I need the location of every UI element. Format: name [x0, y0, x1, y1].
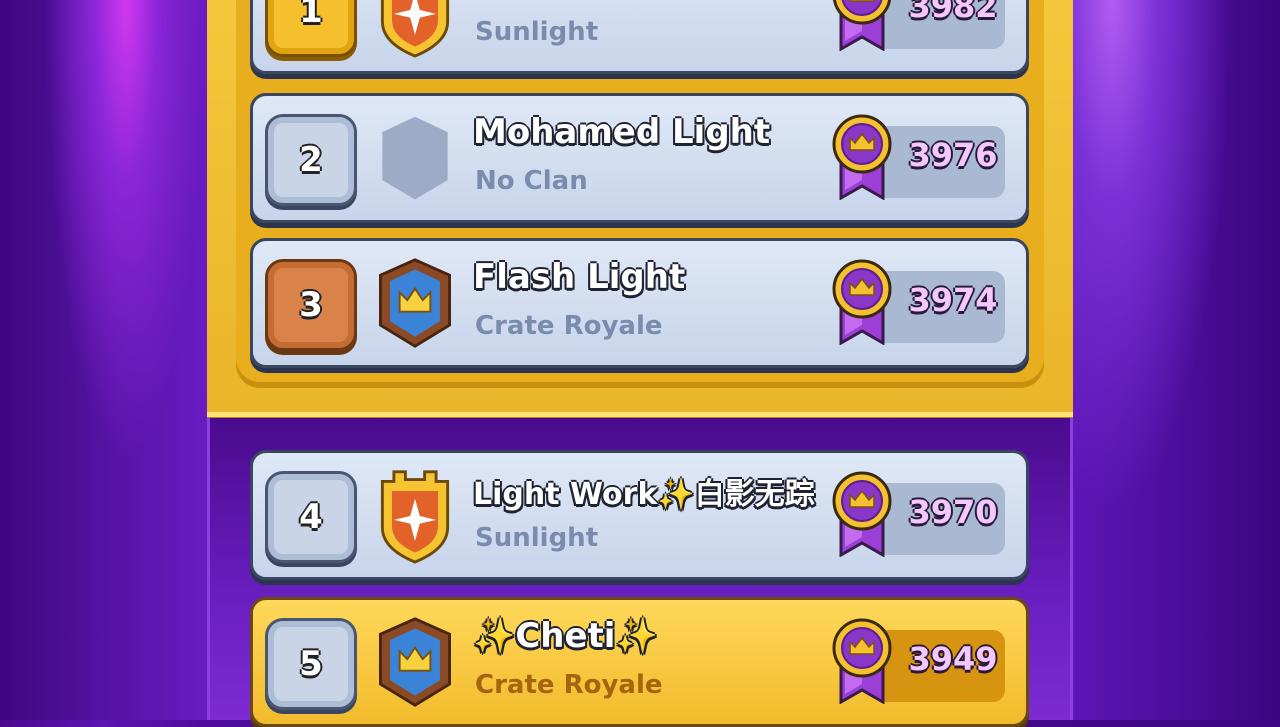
clan-name: Crate Royale	[475, 670, 663, 700]
clan-name: Sunlight	[475, 17, 599, 47]
leaderboard-row-2[interactable]: 2 Mohamed Light No Clan 3976	[250, 93, 1029, 223]
trophy-count: 3949	[908, 640, 998, 678]
player-name: ✨Cheti✨	[473, 616, 658, 656]
trophy-count: 3976	[908, 136, 998, 174]
gold-star-badge-icon	[375, 0, 455, 58]
leaderboard-row-1[interactable]: 1 Sunlight 3982	[250, 0, 1029, 74]
crown-shield-icon	[375, 256, 455, 352]
trophy-count: 3982	[908, 0, 998, 25]
rank-number: 4	[265, 471, 357, 563]
rank-number: 3	[265, 259, 357, 351]
rank-number: 1	[265, 0, 357, 57]
trophy-count: 3970	[908, 493, 998, 531]
trophy-medal-icon	[831, 618, 893, 704]
trophy-medal-icon	[831, 0, 893, 51]
right-background	[1070, 0, 1280, 720]
player-name: Flash Light	[473, 257, 686, 297]
empty-shield-icon	[375, 111, 455, 207]
player-name: Light Work✨白影无踪	[473, 477, 815, 512]
gold-star-badge-icon	[375, 468, 455, 564]
crown-shield-icon	[375, 615, 455, 711]
trophy-medal-icon	[831, 114, 893, 200]
player-name: Mohamed Light	[473, 112, 771, 152]
left-background	[0, 0, 210, 720]
leaderboard-row-5-self[interactable]: 5 ✨Cheti✨ Crate Royale 3949	[250, 597, 1029, 727]
rank-number: 2	[265, 114, 357, 206]
trophy-medal-icon	[831, 471, 893, 557]
trophy-count: 3974	[908, 281, 998, 319]
rank-number: 5	[265, 618, 357, 710]
clan-name: Crate Royale	[475, 311, 663, 341]
clan-name: Sunlight	[475, 523, 599, 553]
leaderboard-row-3[interactable]: 3 Flash Light Crate Royale 3974	[250, 238, 1029, 368]
leaderboard-row-4[interactable]: 4 Light Work✨白影无踪 Sunlight 3970	[250, 450, 1029, 580]
clan-name: No Clan	[475, 166, 588, 196]
trophy-medal-icon	[831, 259, 893, 345]
